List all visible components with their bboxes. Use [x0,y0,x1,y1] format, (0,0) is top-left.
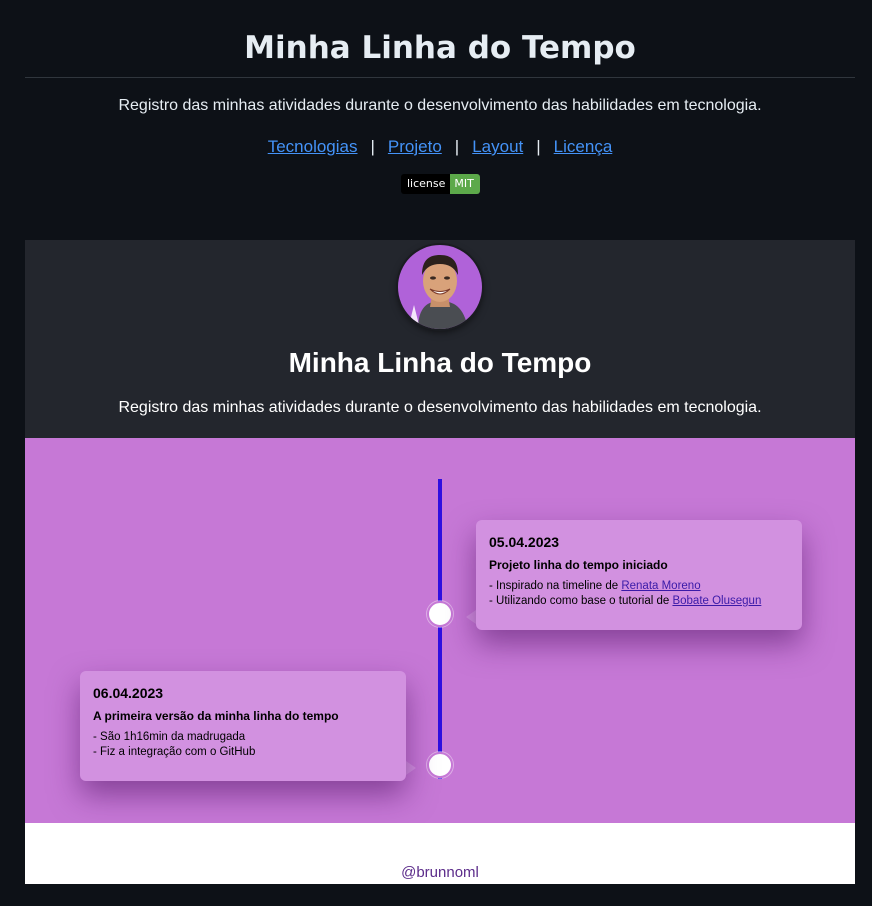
license-badge-value: MIT [450,174,480,194]
profile-avatar [398,245,482,329]
nav-link-tecnologias[interactable]: Tecnologias [268,137,358,156]
page-description: Registro das minhas atividades durante o… [118,97,762,114]
timeline-items: - Inspirado na timeline de Renata Moreno… [489,579,789,609]
page-title: Minha Linha do Tempo [244,30,636,66]
card-pointer [466,610,476,624]
section-nav: Tecnologias | Projeto | Layout | Licença [25,136,855,158]
timeline-item-text: - Inspirado na timeline de [489,580,622,592]
timeline-card: 06.04.2023 A primeira versão da minha li… [80,671,406,781]
nav-separator: | [536,137,541,156]
timeline-item-text: - Utilizando como base o tutorial de [489,595,673,607]
timeline-date: 05.04.2023 [489,534,560,550]
timeline-dot [427,752,453,778]
timeline-section: 05.04.2023 Projeto linha do tempo inicia… [25,438,855,823]
project-preview-image: Minha Linha do Tempo Registro das minhas… [25,240,855,884]
timeline-dot [427,601,453,627]
nav-link-licenca[interactable]: Licença [554,137,613,156]
license-badge-label: license [401,174,451,194]
timeline-date: 06.04.2023 [93,685,164,701]
timeline-card: 05.04.2023 Projeto linha do tempo inicia… [476,520,802,630]
github-handle: @brunnoml [401,864,479,881]
timeline-item: - Inspirado na timeline de Renata Moreno [489,579,789,594]
link-renata-moreno[interactable]: Renata Moreno [621,580,700,592]
nav-link-projeto[interactable]: Projeto [388,137,442,156]
timeline-heading: A primeira versão da minha linha do temp… [93,709,339,723]
timeline-item: - Utilizando como base o tutorial de Bob… [489,594,789,609]
title-divider [25,77,855,78]
preview-description: Registro das minhas atividades durante o… [118,399,762,416]
timeline-item: - Fiz a integração com o GitHub [93,746,256,758]
profile-photo-icon [408,255,468,329]
timeline-line [438,479,442,779]
preview-header: Minha Linha do Tempo Registro das minhas… [25,240,855,438]
card-pointer [406,761,416,775]
readme-page: Minha Linha do Tempo Registro das minhas… [0,0,872,906]
preview-title: Minha Linha do Tempo [288,347,592,378]
nav-separator: | [370,137,375,156]
nav-link-layout[interactable]: Layout [472,137,523,156]
link-bobate-olusegun[interactable]: Bobate Olusegun [672,595,761,607]
license-badge[interactable]: license MIT [401,174,480,194]
nav-separator: | [454,137,460,156]
timeline-items: - São 1h16min da madrugada - Fiz a integ… [93,730,393,760]
timeline-item: - São 1h16min da madrugada [93,731,246,743]
preview-footer: @brunnoml [25,823,855,884]
timeline-heading: Projeto linha do tempo iniciado [489,558,668,572]
